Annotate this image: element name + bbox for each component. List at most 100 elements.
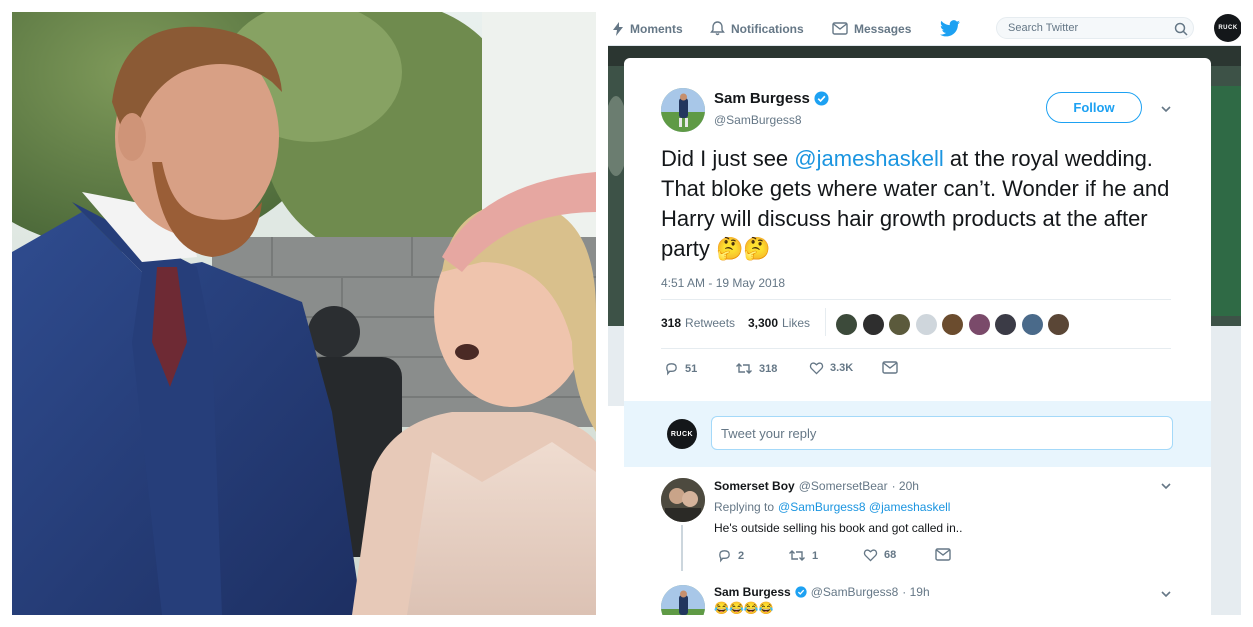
reply-author-handle[interactable]: @SamBurgess8 xyxy=(811,585,899,599)
heart-icon xyxy=(809,362,824,375)
verified-badge-icon xyxy=(795,586,807,598)
account-avatar[interactable]: RUCK xyxy=(1214,14,1241,42)
retweets-stat[interactable]: 318 Retweets xyxy=(661,316,735,330)
reply-author-avatar-image xyxy=(661,478,705,522)
search-placeholder: Search Twitter xyxy=(1008,22,1079,34)
liker-avatar[interactable] xyxy=(995,314,1016,335)
chevron-down-icon[interactable] xyxy=(1159,479,1173,493)
reply-author-handle[interactable]: @SomersetBear xyxy=(799,479,888,493)
retweet-icon xyxy=(736,363,752,374)
author-avatar-image xyxy=(661,88,705,132)
nav-moments[interactable]: Moments xyxy=(612,12,683,45)
like-count: 68 xyxy=(884,549,897,561)
reply-icon xyxy=(719,550,730,563)
search-icon[interactable] xyxy=(1174,22,1188,36)
tweet-emojis: 🤔🤔 xyxy=(716,236,771,261)
follow-button[interactable]: Follow xyxy=(1046,92,1142,123)
replying-to-links[interactable]: @SamBurgess8 @jameshaskell xyxy=(778,500,950,514)
retweets-label: Retweets xyxy=(685,316,736,330)
like-count: 3.3K xyxy=(830,362,854,374)
reply-tweet[interactable]: Somerset Boy @SomersetBear · 20h Replyin… xyxy=(624,467,1211,571)
envelope-icon xyxy=(935,548,951,561)
direct-message-button[interactable] xyxy=(882,361,898,374)
reply-author-row: Sam Burgess @SamBurgess8 · 19h xyxy=(714,585,930,599)
reply-button[interactable]: 51 xyxy=(664,361,697,376)
reply-author-name[interactable]: Somerset Boy xyxy=(714,479,795,493)
nav-messages[interactable]: Messages xyxy=(832,12,911,45)
retweet-button[interactable]: 318 xyxy=(735,361,777,376)
author-avatar[interactable] xyxy=(661,88,705,132)
likes-stat[interactable]: 3,300 Likes xyxy=(748,316,810,330)
search-input[interactable]: Search Twitter xyxy=(996,17,1194,39)
reply-input-placeholder: Tweet your reply xyxy=(721,425,817,441)
like-button[interactable]: 3.3K xyxy=(809,361,853,375)
retweets-count: 318 xyxy=(661,316,682,330)
account-avatar-text: RUCK xyxy=(1218,25,1238,31)
wedding-photo-illustration xyxy=(12,12,596,615)
liker-avatar[interactable] xyxy=(1048,314,1069,335)
likes-count: 3,300 xyxy=(748,316,779,330)
like-button[interactable]: 68 xyxy=(863,548,896,562)
reply-tweet[interactable]: Sam Burgess @SamBurgess8 · 19h 😂😂😂😂 xyxy=(624,571,1211,615)
reply-author-row: Somerset Boy @SomersetBear · 20h xyxy=(714,479,919,493)
tweet-text-part1: Did I just see xyxy=(661,146,795,171)
likes-label: Likes xyxy=(782,316,811,330)
tweet-mention-link[interactable]: @jameshaskell xyxy=(794,146,944,171)
verified-badge-icon xyxy=(814,91,829,106)
retweet-button[interactable]: 1 xyxy=(788,548,818,563)
liker-avatar[interactable] xyxy=(969,314,990,335)
follow-button-label: Follow xyxy=(1073,100,1115,115)
lightning-icon xyxy=(613,21,623,36)
retweet-count: 318 xyxy=(759,362,778,375)
reply-button[interactable]: 2 xyxy=(717,548,744,563)
reply-count: 51 xyxy=(685,362,698,375)
direct-message-button[interactable] xyxy=(935,548,951,561)
liker-avatar[interactable] xyxy=(942,314,963,335)
tweet-text: Did I just see @jameshaskell at the roya… xyxy=(661,144,1181,264)
tweet-timestamp[interactable]: 4:51 AM - 19 May 2018 xyxy=(661,276,785,290)
top-navigation: Moments Notifications Messages Search Tw… xyxy=(608,12,1241,46)
tweet-card: Sam Burgess @SamBurgess8 Follow Did I ju… xyxy=(624,58,1211,615)
nav-messages-label: Messages xyxy=(854,21,912,36)
reply-text: He's outside selling his book and got ca… xyxy=(714,521,963,535)
retweet-icon xyxy=(789,550,805,561)
author-handle[interactable]: @SamBurgess8 xyxy=(714,113,802,127)
chevron-down-icon[interactable] xyxy=(1159,102,1173,116)
composer-avatar: RUCK xyxy=(667,419,697,449)
nav-notifications-label: Notifications xyxy=(731,21,804,36)
reply-author-name[interactable]: Sam Burgess xyxy=(714,585,791,599)
bell-icon xyxy=(710,21,725,36)
heart-icon xyxy=(863,549,878,562)
twitter-bird-icon[interactable] xyxy=(940,20,960,37)
replying-to-label: Replying to xyxy=(714,500,775,514)
reply-time[interactable]: · 19h xyxy=(902,585,929,599)
twitter-screenshot: Moments Notifications Messages Search Tw… xyxy=(608,12,1241,615)
reply-author-avatar[interactable] xyxy=(661,478,705,522)
chevron-down-icon[interactable] xyxy=(1159,587,1173,601)
divider xyxy=(661,348,1171,349)
nav-notifications[interactable]: Notifications xyxy=(710,12,804,45)
reply-icon xyxy=(666,363,677,376)
envelope-icon xyxy=(832,22,848,35)
liker-avatar[interactable] xyxy=(1022,314,1043,335)
liker-avatar[interactable] xyxy=(889,314,910,335)
envelope-icon xyxy=(882,361,898,374)
divider xyxy=(661,299,1171,300)
retweet-count: 1 xyxy=(812,549,819,562)
reply-text: 😂😂😂😂 xyxy=(714,601,774,615)
reply-input[interactable]: Tweet your reply xyxy=(711,416,1173,450)
nav-moments-label: Moments xyxy=(630,21,683,36)
reply-time[interactable]: · 20h xyxy=(892,479,919,493)
liker-avatar[interactable] xyxy=(836,314,857,335)
reply-count: 2 xyxy=(738,549,745,562)
thread-line xyxy=(681,525,683,571)
replying-to-row: Replying to @SamBurgess8 @jameshaskell xyxy=(714,500,950,514)
reply-author-avatar[interactable] xyxy=(661,585,705,615)
liker-avatar[interactable] xyxy=(863,314,884,335)
reply-author-avatar-image xyxy=(661,585,705,615)
author-display-name: Sam Burgess xyxy=(714,90,810,107)
author-name-row[interactable]: Sam Burgess xyxy=(714,90,829,107)
stats-divider xyxy=(825,308,826,336)
wedding-photo xyxy=(12,12,596,615)
liker-avatar[interactable] xyxy=(916,314,937,335)
